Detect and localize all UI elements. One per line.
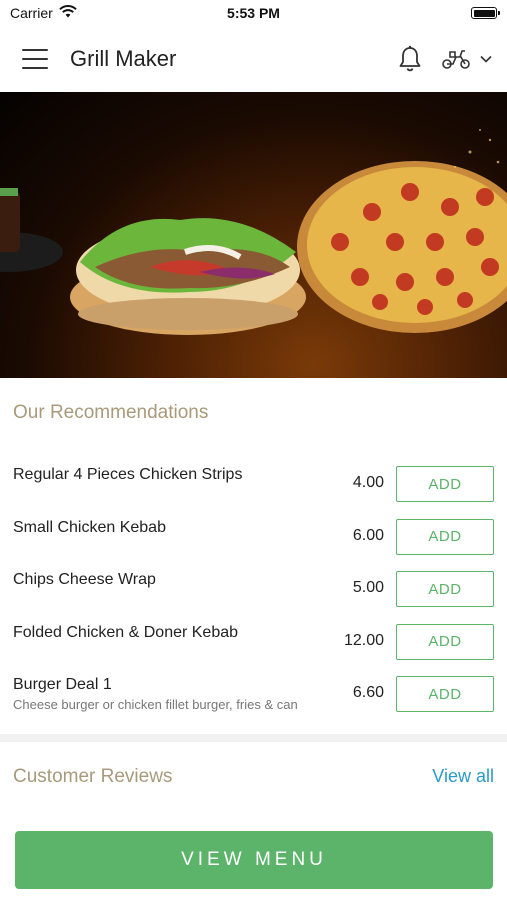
- item-description: Cheese burger or chicken fillet burger, …: [13, 697, 298, 712]
- list-item: Regular 4 Pieces Chicken Strips 4.00 ADD: [0, 458, 507, 511]
- add-button[interactable]: ADD: [396, 518, 494, 555]
- list-item: Folded Chicken & Doner Kebab 12.00 ADD: [0, 616, 507, 669]
- app-header: Grill Maker: [0, 26, 507, 92]
- status-left: Carrier: [10, 5, 77, 21]
- item-name: Folded Chicken & Doner Kebab: [13, 623, 239, 641]
- add-button[interactable]: ADD: [396, 676, 494, 712]
- bell-icon[interactable]: [397, 45, 423, 73]
- hero-banner: [0, 92, 507, 378]
- app-title: Grill Maker: [70, 46, 177, 71]
- carrier-label: Carrier: [10, 5, 53, 21]
- item-price: 12.00: [343, 631, 384, 649]
- list-item: Burger Deal 1 Cheese burger or chicken f…: [0, 668, 507, 721]
- wifi-icon: [59, 5, 77, 21]
- view-all-link[interactable]: View all: [432, 766, 494, 787]
- hero-food-image: [0, 129, 507, 335]
- item-price: 6.00: [352, 526, 384, 544]
- item-price: 4.00: [352, 474, 384, 491]
- add-button[interactable]: ADD: [396, 571, 494, 607]
- add-button[interactable]: ADD: [396, 623, 494, 660]
- item-name: Small Chicken Kebab: [13, 518, 166, 536]
- chevron-down-icon[interactable]: [479, 54, 493, 64]
- menu-icon[interactable]: [22, 49, 48, 69]
- list-item: Small Chicken Kebab 6.00 ADD: [0, 511, 507, 564]
- item-name: Regular 4 Pieces Chicken Strips: [13, 466, 243, 483]
- item-name: Chips Cheese Wrap: [13, 571, 156, 588]
- item-price: 5.00: [352, 579, 384, 596]
- section-divider: [0, 734, 507, 742]
- view-menu-button[interactable]: VIEW MENU: [15, 831, 493, 889]
- item-price: 6.60: [352, 684, 384, 701]
- delivery-scooter-icon[interactable]: [441, 48, 471, 70]
- item-name: Burger Deal 1: [13, 676, 112, 693]
- recommendations-list: Regular 4 Pieces Chicken Strips 4.00 ADD…: [0, 458, 507, 721]
- add-button[interactable]: ADD: [396, 466, 494, 502]
- battery-icon: [471, 7, 500, 19]
- recommendations-title: Our Recommendations: [13, 402, 209, 423]
- reviews-title: Customer Reviews: [13, 766, 173, 787]
- status-bar: Carrier 5:53 PM: [0, 0, 507, 26]
- list-item: Chips Cheese Wrap 5.00 ADD: [0, 563, 507, 616]
